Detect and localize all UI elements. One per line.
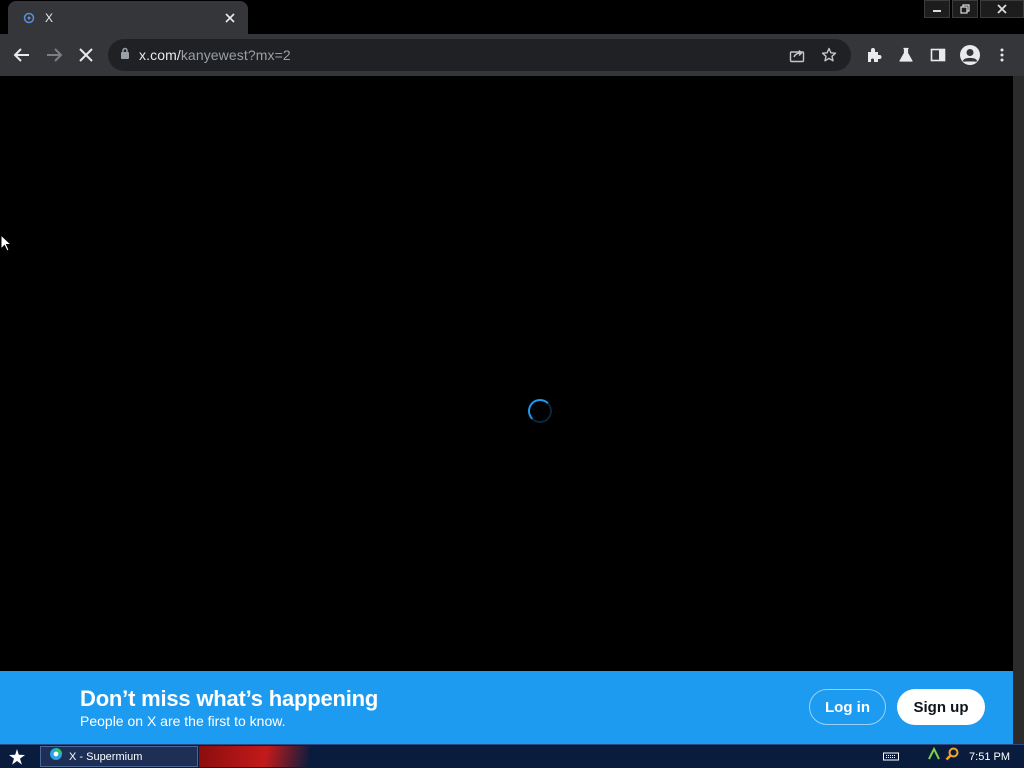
mouse-cursor-icon — [0, 233, 13, 257]
kebab-menu-icon[interactable] — [986, 39, 1018, 71]
minimize-icon[interactable] — [924, 0, 950, 18]
login-button[interactable]: Log in — [809, 689, 886, 725]
side-panel-icon[interactable] — [922, 39, 954, 71]
signup-banner: Don’t miss what’s happening People on X … — [0, 671, 1013, 744]
url-domain: x.com/ — [139, 47, 181, 63]
window-close-icon[interactable] — [980, 0, 1024, 18]
tab-close-icon[interactable] — [222, 10, 238, 26]
restore-icon[interactable] — [952, 0, 978, 18]
extensions-icon[interactable] — [858, 39, 890, 71]
url-path: kanyewest?mx=2 — [180, 47, 291, 63]
lock-icon — [120, 46, 130, 64]
system-tray: 7:51 PM — [883, 745, 1010, 768]
window-controls — [922, 0, 1024, 18]
labs-flask-icon[interactable] — [890, 39, 922, 71]
url-text: x.com/kanyewest?mx=2 — [139, 47, 291, 63]
tab-strip: X — [0, 0, 1024, 34]
x-favicon — [22, 11, 36, 25]
taskbar-decoration — [199, 746, 309, 767]
forward-arrow-icon[interactable] — [38, 39, 70, 71]
start-star-icon[interactable] — [6, 747, 28, 767]
signup-button[interactable]: Sign up — [897, 689, 985, 725]
banner-heading: Don’t miss what’s happening — [80, 686, 379, 711]
loading-spinner-icon — [528, 399, 552, 423]
profile-icon[interactable] — [954, 39, 986, 71]
keyboard-icon[interactable] — [883, 748, 900, 766]
taskbar-item-label: X - Supermium — [69, 750, 143, 763]
back-arrow-icon[interactable] — [6, 39, 38, 71]
network-icon[interactable] — [927, 746, 941, 766]
share-icon[interactable] — [781, 39, 813, 71]
stop-loading-icon[interactable] — [70, 39, 102, 71]
address-bar[interactable]: x.com/kanyewest?mx=2 — [108, 39, 851, 71]
page-viewport — [0, 76, 1013, 671]
search-icon[interactable] — [945, 747, 959, 766]
supermium-icon — [49, 747, 63, 766]
page-scrollbar[interactable] — [1013, 76, 1024, 744]
banner-subtext: People on X are the first to know. — [80, 713, 286, 729]
tab-title: X — [45, 10, 54, 25]
star-icon[interactable] — [813, 39, 845, 71]
browser-toolbar: x.com/kanyewest?mx=2 — [0, 34, 1024, 76]
taskbar-clock: 7:51 PM — [969, 750, 1010, 763]
browser-tab[interactable]: X — [8, 1, 248, 34]
taskbar-item-supermium[interactable]: X - Supermium — [40, 746, 198, 767]
os-taskbar: X - Supermium 7:51 PM — [0, 744, 1024, 768]
